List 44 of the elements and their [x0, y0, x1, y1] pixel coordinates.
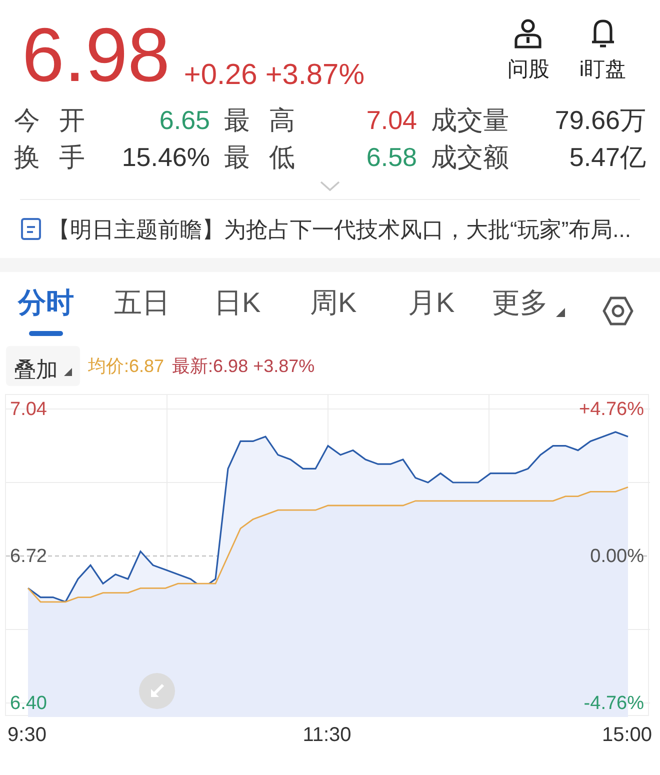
price-change: +0.26 [184, 61, 258, 90]
axis-label: -4.76% [584, 694, 644, 713]
time-label: 9:30 [8, 723, 46, 748]
caret-icon [556, 308, 565, 317]
stat-label: 成交量 [430, 105, 510, 136]
news-headline[interactable]: 【明日主题前瞻】为抢占下一代技术风口，大批“玩家”布局... [48, 212, 631, 246]
stat-label: 最 高 [223, 105, 296, 136]
arrow-icon [149, 683, 165, 699]
bell-icon [590, 18, 616, 50]
stat-value: 15.46% [120, 142, 210, 173]
watch-button[interactable]: i盯盘 [579, 18, 626, 86]
ask-button[interactable]: 问股 [507, 18, 550, 86]
overlay-button[interactable]: 叠加 [6, 346, 80, 386]
document-icon [20, 217, 42, 241]
stat-value: 79.66万 [554, 105, 646, 136]
tab[interactable]: 分时 [18, 279, 74, 343]
stat-label: 成交额 [430, 142, 510, 173]
settings-icon[interactable] [602, 296, 634, 326]
stat-label: 今 开 [14, 105, 86, 136]
stat-value: 6.65 [158, 105, 210, 136]
more-menu[interactable]: 更多 [492, 279, 565, 343]
average-price: 均价:6.87 [88, 354, 164, 378]
axis-label: 0.00% [590, 547, 644, 566]
stat-label: 换 手 [14, 142, 86, 173]
tab[interactable]: 月K [408, 279, 455, 343]
percent-change: +3.87% [265, 61, 364, 90]
axis-label: 6.40 [10, 694, 47, 713]
axis-label: +4.76% [579, 400, 644, 419]
caret-icon [64, 368, 72, 376]
stat-value: 7.04 [365, 105, 417, 136]
stock-price: 6.98 [22, 18, 170, 94]
chevron-down-icon[interactable] [320, 181, 340, 191]
axis-label: 7.04 [10, 400, 47, 419]
tab[interactable]: 五日 [114, 279, 170, 343]
time-label: 11:30 [302, 723, 352, 748]
tab[interactable]: 周K [310, 279, 357, 343]
axis-label: 6.72 [10, 547, 47, 566]
tab[interactable]: 日K [214, 279, 261, 343]
latest-price: 最新:6.98 +3.87% [172, 354, 315, 378]
stat-value: 5.47亿 [568, 142, 646, 173]
time-label: 15:00 [602, 723, 652, 748]
person-icon [513, 18, 544, 50]
stat-value: 6.58 [365, 142, 417, 173]
stat-label: 最 低 [223, 142, 296, 173]
